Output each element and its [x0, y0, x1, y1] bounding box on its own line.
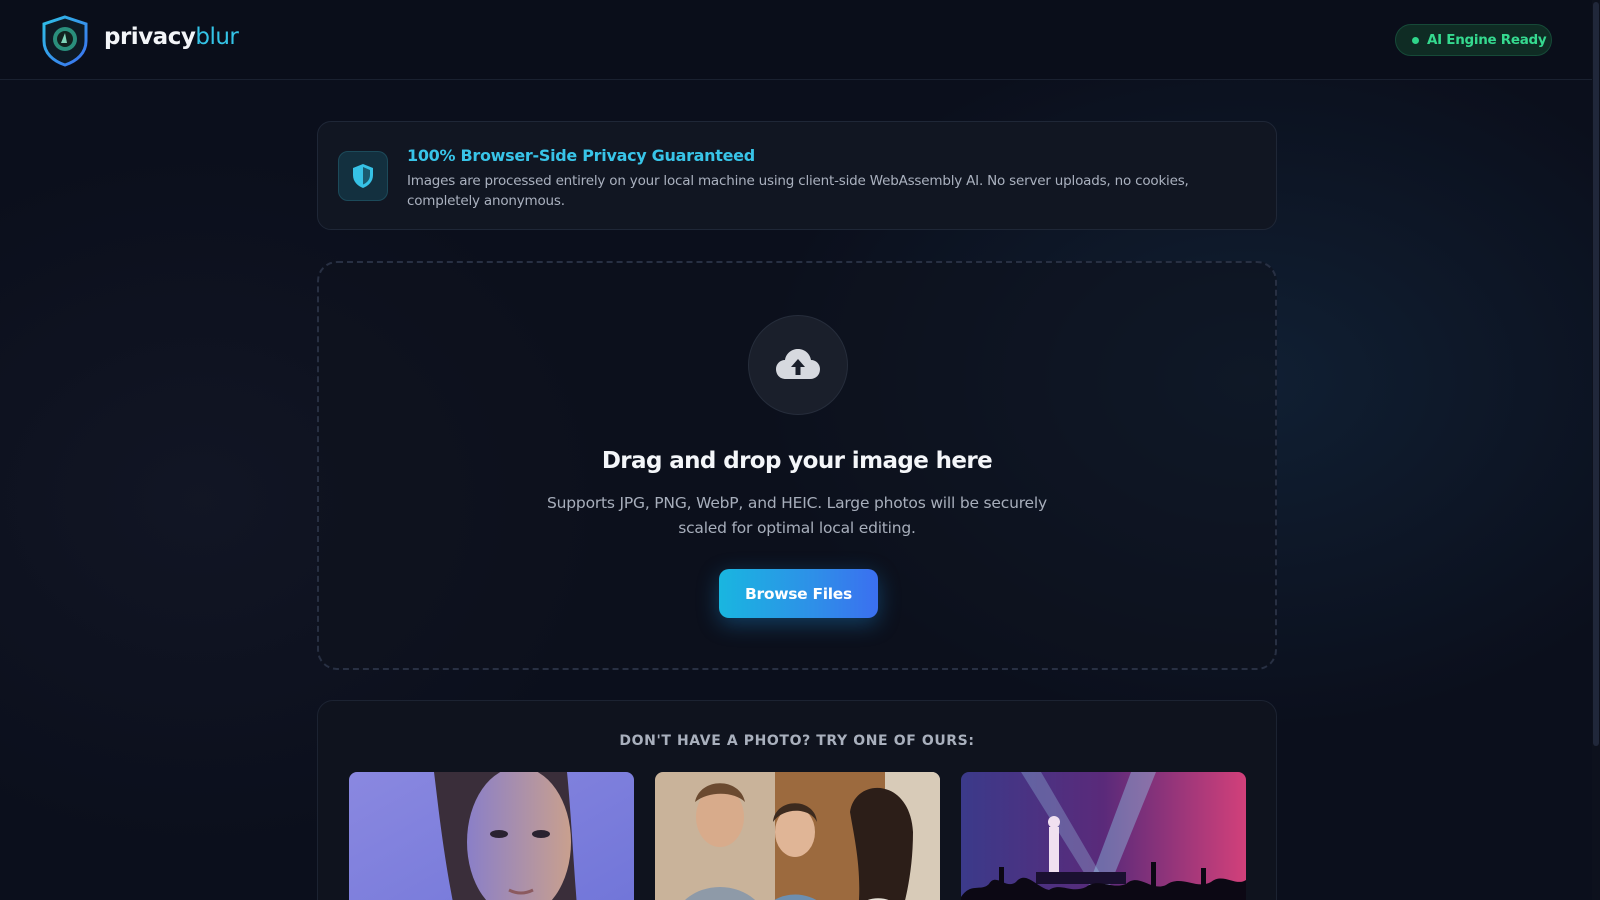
samples-heading: DON'T HAVE A PHOTO? TRY ONE OF OURS:	[619, 733, 975, 749]
privacy-banner: 100% Browser-Side Privacy Guaranteed Ima…	[317, 121, 1277, 230]
sample-photos-section: DON'T HAVE A PHOTO? TRY ONE OF OURS:	[317, 700, 1277, 900]
privacy-description: Images are processed entirely on your lo…	[407, 173, 1189, 209]
app-header: privacyblur AI Engine Ready	[0, 0, 1592, 80]
sample-photo-friends[interactable]	[655, 772, 940, 900]
browse-files-button[interactable]: Browse Files	[719, 569, 878, 618]
image-dropzone[interactable]: Drag and drop your image here Supports J…	[317, 261, 1277, 670]
scrollbar-thumb[interactable]	[1593, 2, 1599, 746]
sample-photo-portrait[interactable]	[349, 772, 634, 900]
shield-eye-icon[interactable]	[40, 15, 90, 67]
privacy-title: 100% Browser-Side Privacy Guaranteed	[407, 146, 755, 165]
status-label: AI Engine Ready	[1427, 32, 1547, 48]
sample-photo-concert[interactable]	[961, 772, 1246, 900]
brand-main: privacy	[104, 24, 196, 50]
cloud-upload-icon	[748, 315, 848, 415]
shield-icon	[338, 151, 388, 201]
dropzone-title: Drag and drop your image here	[601, 448, 993, 474]
brand-accent: blur	[195, 24, 239, 50]
brand-name[interactable]: privacyblur	[104, 24, 239, 50]
status-dot-icon	[1412, 36, 1419, 44]
page-scrollbar[interactable]	[1592, 0, 1600, 900]
ai-engine-status-badge: AI Engine Ready	[1395, 24, 1552, 56]
dropzone-description: Supports JPG, PNG, WebP, and HEIC. Large…	[547, 494, 1047, 537]
